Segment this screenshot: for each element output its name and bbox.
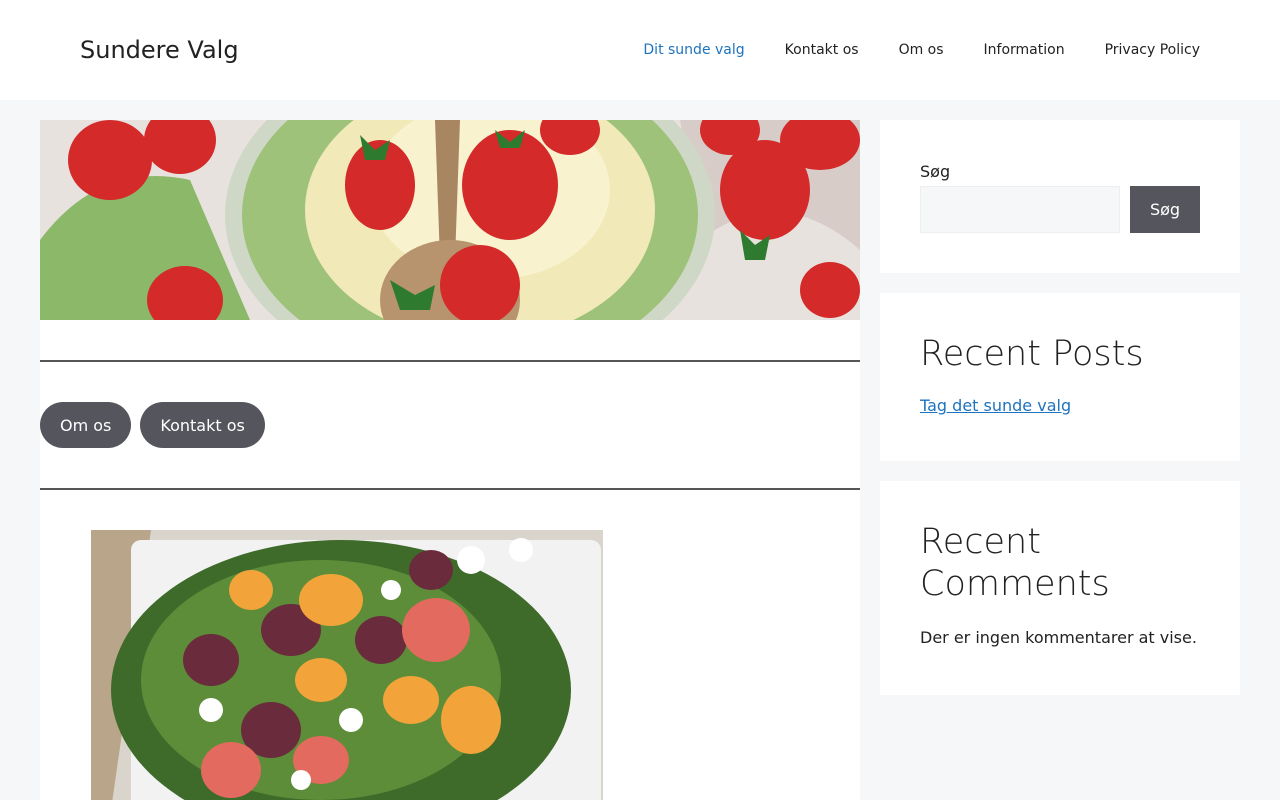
separator-line bbox=[40, 360, 860, 362]
recent-post-link[interactable]: Tag det sunde valg bbox=[920, 396, 1071, 415]
kontakt-os-button[interactable]: Kontakt os bbox=[140, 402, 265, 448]
nav-item-om-os[interactable]: Om os bbox=[899, 40, 944, 60]
search-widget: Søg Søg bbox=[880, 120, 1240, 273]
main-content: Om os Kontakt os bbox=[40, 120, 860, 800]
search-button[interactable]: Søg bbox=[1130, 186, 1200, 233]
button-row: Om os Kontakt os bbox=[40, 402, 274, 448]
nav-item-privacy-policy[interactable]: Privacy Policy bbox=[1105, 40, 1200, 60]
site-title[interactable]: Sundere Valg bbox=[80, 34, 239, 66]
search-input[interactable] bbox=[920, 186, 1120, 233]
main-nav: Dit sunde valg Kontakt os Om os Informat… bbox=[643, 0, 1200, 100]
om-os-button[interactable]: Om os bbox=[40, 402, 132, 448]
nav-item-kontakt-os[interactable]: Kontakt os bbox=[785, 40, 859, 60]
nav-item-dit-sunde-valg[interactable]: Dit sunde valg bbox=[643, 40, 744, 60]
recent-comments-title: Recent Comments bbox=[920, 522, 1110, 604]
salad-picture bbox=[91, 530, 603, 800]
hero-image-strawberries bbox=[40, 120, 860, 320]
strawberries-picture bbox=[40, 120, 860, 320]
separator-line bbox=[40, 488, 860, 490]
recent-posts-title: Recent Posts bbox=[920, 334, 1144, 374]
search-label: Søg bbox=[920, 162, 951, 181]
site-header: Sundere Valg Dit sunde valg Kontakt os O… bbox=[0, 0, 1280, 100]
recent-posts-widget: Recent Posts Tag det sunde valg bbox=[880, 293, 1240, 461]
recent-comments-widget: Recent Comments Der er ingen kommentarer… bbox=[880, 481, 1240, 695]
nav-item-information[interactable]: Information bbox=[984, 40, 1065, 60]
no-comments-text: Der er ingen kommentarer at vise. bbox=[920, 628, 1197, 647]
salad-image bbox=[91, 530, 603, 800]
